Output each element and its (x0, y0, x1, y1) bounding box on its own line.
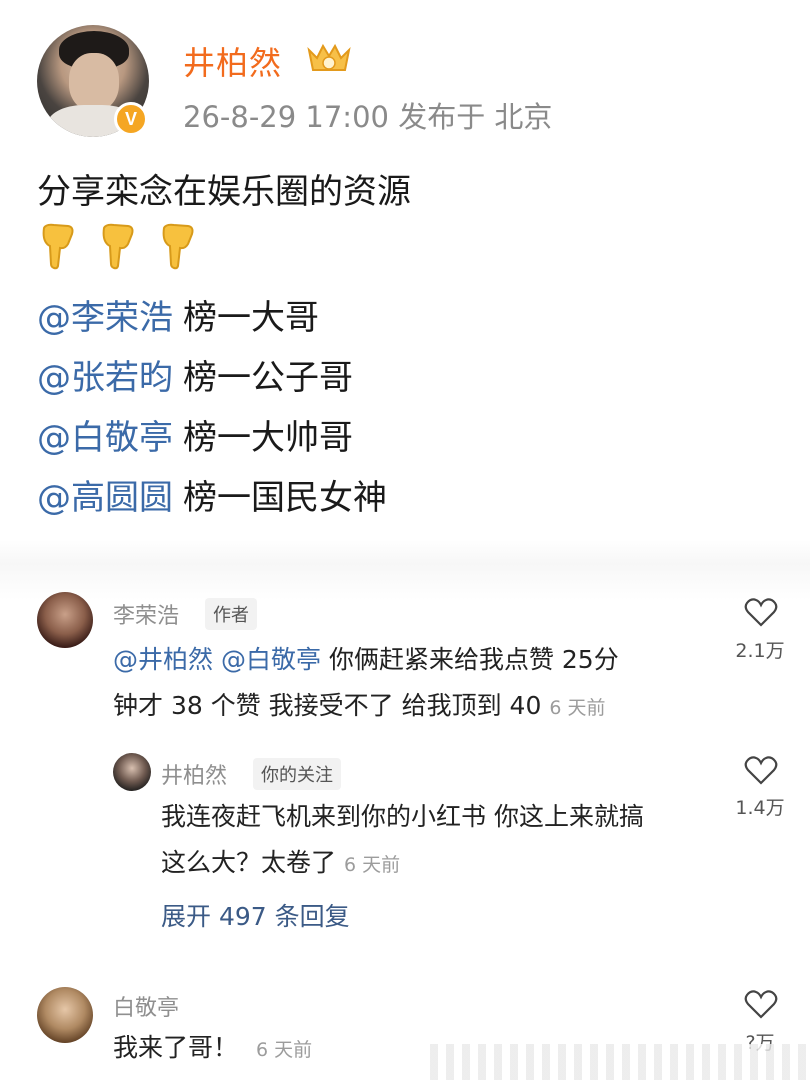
comment-time: 6 天前 (549, 697, 606, 719)
commenter-avatar[interactable] (37, 987, 93, 1043)
comment-text: 我来了哥！ 6 天前 (113, 1025, 312, 1073)
comment-text-body: 我来了哥！ (113, 1033, 239, 1062)
reply-text-line2: 这么大？太卷了 (161, 848, 337, 877)
like-count: 2.1万 (735, 640, 785, 662)
point-down-hand-icon (42, 223, 74, 270)
commenter-avatar[interactable] (37, 592, 93, 648)
heart-icon[interactable] (744, 990, 778, 1020)
expand-replies-link[interactable]: 展开 497 条回复 (161, 897, 350, 933)
comment-text-line2: 钟才 38 个赞 我接受不了 给我顶到 40 (113, 691, 542, 720)
heart-icon[interactable] (744, 756, 778, 786)
mention-link[interactable]: @白敬亭 (221, 645, 321, 674)
comment-text-rest: 你俩赶紧来给我点赞 25分 (328, 645, 619, 674)
reply-text: 这么大？太卷了 6 天前 (161, 840, 400, 888)
crown-badge-icon (307, 43, 351, 71)
reply-text: 我连夜赶飞机来到你的小红书 你这上来就搞 (161, 802, 644, 831)
reply-avatar[interactable] (113, 753, 151, 791)
comment-text: 钟才 38 个赞 我接受不了 给我顶到 40 6 天前 (113, 683, 606, 731)
scroll-fade-bar (430, 1044, 810, 1080)
mention-link[interactable]: @高圆圆 (37, 478, 173, 518)
heart-icon[interactable] (744, 598, 778, 628)
mention-link[interactable]: @白敬亭 (37, 418, 173, 458)
reply-time: 6 天前 (344, 854, 401, 876)
mention-link[interactable]: @李荣浩 (37, 298, 173, 338)
mention-title: 榜一国民女神 (183, 478, 387, 518)
post-text: 分享栾念在娱乐圈的资源 (37, 172, 411, 212)
reply-author[interactable]: 井柏然 (161, 758, 227, 790)
mention-line: @高圆圆 榜一国民女神 (37, 470, 387, 519)
comment-author[interactable]: 李荣浩 (113, 598, 179, 630)
point-down-hand-icon (162, 223, 194, 270)
comment-author[interactable]: 白敬亭 (113, 990, 179, 1022)
comment-text: @井柏然 @白敬亭 你俩赶紧来给我点赞 25分 (113, 637, 619, 683)
mention-title: 榜一大帅哥 (183, 418, 353, 458)
comment-time: 6 天前 (256, 1039, 313, 1061)
pointing-emojis (38, 222, 198, 270)
author-tag: 作者 (205, 598, 257, 630)
section-divider (0, 540, 810, 600)
mention-line: @白敬亭 榜一大帅哥 (37, 410, 353, 459)
point-down-hand-icon (102, 223, 134, 270)
post-author-name[interactable]: 井柏然 (183, 38, 282, 84)
mention-line: @李荣浩 榜一大哥 (37, 290, 319, 339)
post-meta: 26-8-29 17:00 发布于 北京 (183, 100, 553, 134)
mention-link[interactable]: @井柏然 (113, 645, 213, 674)
follow-tag: 你的关注 (253, 758, 341, 790)
like-count: 1.4万 (735, 797, 785, 819)
mention-title: 榜一大哥 (183, 298, 319, 338)
mention-link[interactable]: @张若昀 (37, 358, 173, 398)
mention-line: @张若昀 榜一公子哥 (37, 350, 353, 399)
mention-title: 榜一公子哥 (183, 358, 353, 398)
v-badge-icon: V (114, 102, 148, 136)
